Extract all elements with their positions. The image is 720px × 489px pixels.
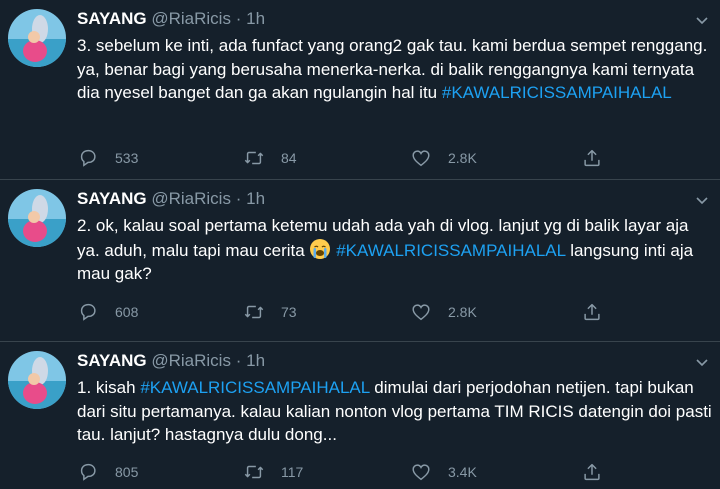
- retweet-button[interactable]: 117: [243, 460, 303, 484]
- avatar-image: [8, 189, 66, 247]
- display-name[interactable]: SAYANG: [77, 189, 147, 208]
- hashtag-link[interactable]: #KAWALRICISSAMPAIHALAL: [442, 83, 672, 102]
- tweet[interactable]: SAYANG @RiaRicis · 1h 2. ok, kalau soal …: [0, 180, 720, 342]
- share-button[interactable]: [581, 300, 603, 324]
- tweet-text: 2. ok, kalau soal pertama ketemu udah ad…: [77, 214, 713, 286]
- reply-button[interactable]: 805: [77, 460, 138, 484]
- reply-count: 608: [115, 304, 139, 320]
- avatar-image: [8, 9, 66, 67]
- like-button[interactable]: 2.8K: [410, 300, 477, 324]
- avatar[interactable]: [8, 9, 66, 67]
- reply-icon: [80, 303, 96, 321]
- like-icon: [412, 150, 430, 167]
- tweet[interactable]: SAYANG @RiaRicis · 1h 1. kisah #KAWALRIC…: [0, 342, 720, 489]
- crying-face-icon: [310, 238, 331, 259]
- tweet[interactable]: SAYANG @RiaRicis · 1h 3. sebelum ke inti…: [0, 0, 720, 180]
- reply-button[interactable]: 608: [77, 300, 138, 324]
- tweet-header: SAYANG @RiaRicis · 1h: [77, 350, 265, 372]
- like-count: 2.8K: [448, 304, 477, 320]
- timestamp[interactable]: 1h: [246, 351, 265, 370]
- retweet-button[interactable]: 73: [243, 300, 297, 324]
- hashtag-link[interactable]: #KAWALRICISSAMPAIHALAL: [140, 378, 369, 397]
- retweet-icon: [244, 305, 264, 319]
- separator-dot: ·: [235, 189, 242, 208]
- timestamp[interactable]: 1h: [246, 189, 265, 208]
- display-name[interactable]: SAYANG: [77, 9, 147, 28]
- like-icon: [412, 304, 430, 321]
- display-name[interactable]: SAYANG: [77, 351, 147, 370]
- avatar[interactable]: [8, 189, 66, 247]
- share-icon: [584, 303, 600, 321]
- retweet-count: 117: [281, 464, 304, 480]
- separator-dot: ·: [235, 351, 242, 370]
- like-count: 2.8K: [448, 150, 477, 166]
- tweet-header: SAYANG @RiaRicis · 1h: [77, 8, 265, 30]
- like-button[interactable]: 3.4K: [410, 460, 477, 484]
- retweet-icon: [244, 465, 264, 479]
- tweet-header: SAYANG @RiaRicis · 1h: [77, 188, 265, 210]
- avatar-image: [8, 351, 66, 409]
- retweet-button[interactable]: 84: [243, 146, 297, 170]
- timestamp[interactable]: 1h: [246, 9, 265, 28]
- retweet-count: 73: [281, 304, 297, 320]
- share-icon: [584, 463, 600, 481]
- user-handle[interactable]: @RiaRicis: [151, 351, 231, 370]
- reply-button[interactable]: 533: [77, 146, 138, 170]
- tweet-actions: 533 84 2.8K: [77, 146, 637, 170]
- retweet-icon: [244, 151, 264, 165]
- tweet-actions: 608 73 2.8K: [77, 300, 637, 324]
- user-handle[interactable]: @RiaRicis: [151, 9, 231, 28]
- tweet-actions: 805 117 3.4K: [77, 460, 637, 484]
- tweet-text: 1. kisah #KAWALRICISSAMPAIHALAL dimulai …: [77, 376, 713, 447]
- share-button[interactable]: [581, 460, 603, 484]
- like-icon: [412, 464, 430, 481]
- tweet-text-part: 1. kisah: [77, 378, 141, 397]
- tweet-text: 3. sebelum ke inti, ada funfact yang ora…: [77, 34, 713, 105]
- share-button[interactable]: [581, 146, 603, 170]
- reply-icon: [80, 463, 96, 481]
- user-handle[interactable]: @RiaRicis: [151, 189, 231, 208]
- chevron-down-icon[interactable]: [694, 354, 710, 370]
- reply-count: 805: [115, 464, 139, 480]
- avatar[interactable]: [8, 351, 66, 409]
- hashtag-link[interactable]: #KAWALRICISSAMPAIHALAL: [336, 241, 565, 260]
- separator-dot: ·: [235, 9, 242, 28]
- chevron-down-icon[interactable]: [694, 12, 710, 28]
- retweet-count: 84: [281, 150, 297, 166]
- like-button[interactable]: 2.8K: [410, 146, 477, 170]
- chevron-down-icon[interactable]: [694, 192, 710, 208]
- reply-count: 533: [115, 150, 139, 166]
- share-icon: [584, 149, 600, 167]
- like-count: 3.4K: [448, 464, 477, 480]
- reply-icon: [80, 149, 96, 167]
